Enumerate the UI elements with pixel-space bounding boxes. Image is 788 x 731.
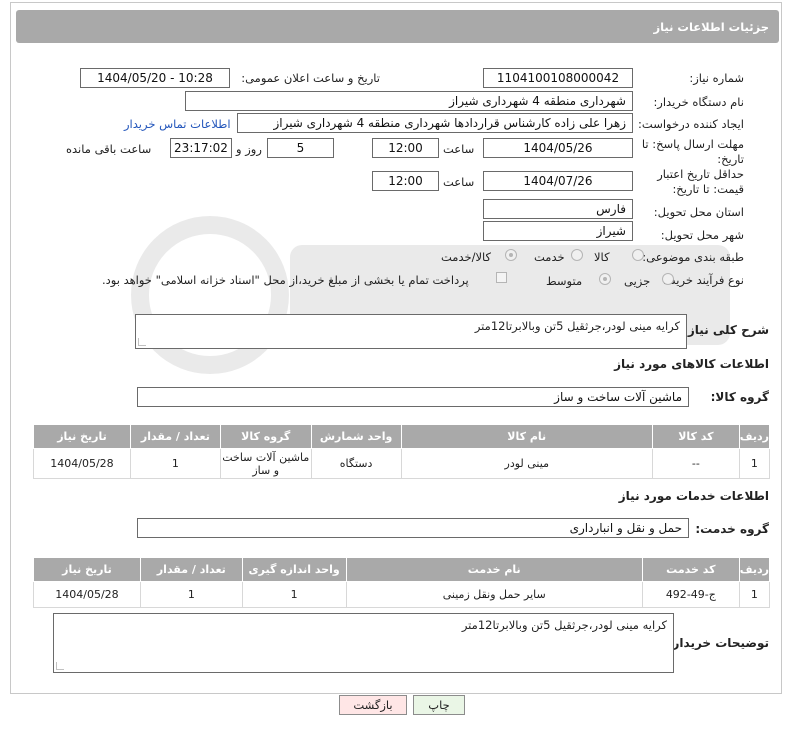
services-col-row: ردیف bbox=[738, 557, 771, 582]
services-col-code: کد خدمت bbox=[641, 557, 740, 582]
city-label: شهر محل تحویل: bbox=[660, 228, 744, 242]
category-label: طبقه بندی موضوعی: bbox=[642, 250, 744, 264]
services-cell-unit: 1 bbox=[241, 581, 347, 608]
buyer-org-label: نام دستگاه خریدار: bbox=[653, 95, 744, 109]
goods-cell-date: 1404/05/28 bbox=[33, 448, 131, 479]
category-radio-goods[interactable] bbox=[632, 249, 644, 261]
services-col-unit: واحد اندازه گیری bbox=[241, 557, 347, 582]
goods-cell-name: مینی لودر bbox=[400, 448, 653, 479]
resize-handle[interactable] bbox=[56, 662, 64, 670]
services-cell-row: 1 bbox=[738, 581, 771, 608]
days-field: 5 bbox=[267, 138, 334, 158]
announce-datetime-label: تاریخ و ساعت اعلان عمومی: bbox=[241, 71, 380, 85]
need-number-label: شماره نیاز: bbox=[689, 71, 744, 85]
services-table: ردیف کد خدمت نام خدمت واحد اندازه گیری ت… bbox=[33, 557, 771, 608]
services-table-header: ردیف کد خدمت نام خدمت واحد اندازه گیری ت… bbox=[33, 557, 771, 582]
goods-col-code: کد کالا bbox=[651, 424, 740, 449]
price-time-field: 12:00 bbox=[372, 171, 439, 191]
category-radio-goods-service[interactable] bbox=[505, 249, 517, 261]
process-radio-medium[interactable] bbox=[599, 273, 611, 285]
page-title: جزئیات اطلاعات نیاز bbox=[653, 20, 769, 34]
price-time-label: ساعت bbox=[443, 175, 475, 189]
category-radio-service[interactable] bbox=[571, 249, 583, 261]
goods-col-group: گروه کالا bbox=[219, 424, 312, 449]
reply-time-label: ساعت bbox=[443, 142, 475, 156]
process-type-label: نوع فرآیند خرید : bbox=[662, 273, 744, 287]
process-option-minor: جزیی bbox=[624, 274, 651, 288]
service-group-label: گروه خدمت: bbox=[695, 522, 769, 536]
reply-date-field: 1404/05/26 bbox=[483, 138, 633, 158]
goods-cell-qty: 1 bbox=[129, 448, 221, 479]
services-cell-qty: 1 bbox=[139, 581, 243, 608]
goods-col-unit: واحد شمارش bbox=[310, 424, 402, 449]
goods-table: ردیف کد کالا نام کالا واحد شمارش گروه کا… bbox=[33, 424, 771, 479]
process-radio-minor[interactable] bbox=[662, 273, 674, 285]
services-cell-name: سایر حمل ونقل زمینی bbox=[345, 581, 643, 608]
general-desc-label: شرح کلی نیاز: bbox=[683, 323, 769, 337]
goods-cell-group: ماشین آلات ساخت و ساز bbox=[219, 448, 312, 479]
services-info-title: اطلاعات خدمات مورد نیاز bbox=[618, 489, 769, 503]
price-validity-label: حداقل تاریخ اعتبار قیمت: تا تاریخ: bbox=[657, 167, 744, 196]
creator-field: زهرا علی زاده کارشناس قراردادها شهرداری … bbox=[237, 113, 633, 133]
creator-label: ایجاد کننده درخواست: bbox=[638, 117, 744, 131]
general-desc-field: کرایه مینی لودر،جرثقیل 5تن وبالابرتا12مت… bbox=[135, 314, 687, 349]
goods-info-title: اطلاعات کالاهای مورد نیاز bbox=[614, 357, 769, 371]
services-col-qty: تعداد / مقدار bbox=[139, 557, 243, 582]
payment-note: پرداخت تمام یا بخشی از مبلغ خرید،از محل … bbox=[102, 273, 469, 287]
buyer-notes-text: کرایه مینی لودر،جرثقیل 5تن وبالابرتا12مت… bbox=[461, 618, 667, 632]
reply-time-field: 12:00 bbox=[372, 138, 439, 158]
buyer-contact-link[interactable]: اطلاعات تماس خریدار bbox=[124, 117, 231, 131]
service-group-field: حمل و نقل و انبارداری bbox=[137, 518, 689, 538]
table-row: 1 ج-49-492 سایر حمل ونقل زمینی 1 1 1404/… bbox=[33, 581, 771, 608]
services-col-date: تاریخ نیاز bbox=[33, 557, 141, 582]
goods-col-row: ردیف bbox=[738, 424, 771, 449]
print-button[interactable]: چاپ bbox=[413, 695, 465, 715]
goods-cell-unit: دستگاه bbox=[310, 448, 402, 479]
category-option-goods: کالا bbox=[594, 250, 610, 264]
buyer-org-field: شهرداری منطقه 4 شهرداری شیراز bbox=[185, 91, 633, 111]
goods-col-date: تاریخ نیاز bbox=[33, 424, 131, 449]
price-date-field: 1404/07/26 bbox=[483, 171, 633, 191]
services-col-name: نام خدمت bbox=[345, 557, 643, 582]
buyer-notes-label: توضیحات خریدار: bbox=[667, 636, 769, 650]
back-button[interactable]: بازگشت bbox=[339, 695, 407, 715]
general-desc-text: کرایه مینی لودر،جرثقیل 5تن وبالابرتا12مت… bbox=[474, 319, 680, 333]
resize-handle[interactable] bbox=[138, 338, 146, 346]
goods-table-header: ردیف کد کالا نام کالا واحد شمارش گروه کا… bbox=[33, 424, 771, 449]
province-label: استان محل تحویل: bbox=[653, 205, 744, 219]
category-option-service: خدمت bbox=[534, 250, 565, 264]
remaining-time-field: 23:17:02 bbox=[170, 138, 232, 158]
province-field: فارس bbox=[483, 199, 633, 219]
treasury-payment-checkbox[interactable] bbox=[496, 272, 507, 283]
remaining-label: ساعت باقی مانده bbox=[66, 142, 152, 156]
need-number-field: 1104100108000042 bbox=[483, 68, 633, 88]
buyer-notes-field: کرایه مینی لودر،جرثقیل 5تن وبالابرتا12مت… bbox=[53, 613, 674, 673]
goods-cell-code: -- bbox=[651, 448, 740, 479]
goods-col-qty: تعداد / مقدار bbox=[129, 424, 221, 449]
services-cell-code: ج-49-492 bbox=[641, 581, 740, 608]
goods-group-field: ماشین آلات ساخت و ساز bbox=[137, 387, 689, 407]
announce-datetime-field: 1404/05/20 - 10:28 bbox=[80, 68, 230, 88]
category-option-goods-service: کالا/خدمت bbox=[441, 250, 492, 264]
process-option-medium: متوسط bbox=[546, 274, 583, 288]
reply-deadline-label: مهلت ارسال پاسخ: تا تاریخ: bbox=[641, 137, 744, 166]
table-row: 1 -- مینی لودر دستگاه ماشین آلات ساخت و … bbox=[33, 448, 771, 479]
goods-cell-row: 1 bbox=[738, 448, 771, 479]
goods-group-label: گروه کالا: bbox=[710, 390, 769, 404]
page-header: جزئیات اطلاعات نیاز bbox=[16, 10, 779, 43]
city-field: شیراز bbox=[483, 221, 633, 241]
goods-col-name: نام کالا bbox=[400, 424, 653, 449]
days-label: روز و bbox=[236, 142, 262, 156]
services-cell-date: 1404/05/28 bbox=[33, 581, 141, 608]
